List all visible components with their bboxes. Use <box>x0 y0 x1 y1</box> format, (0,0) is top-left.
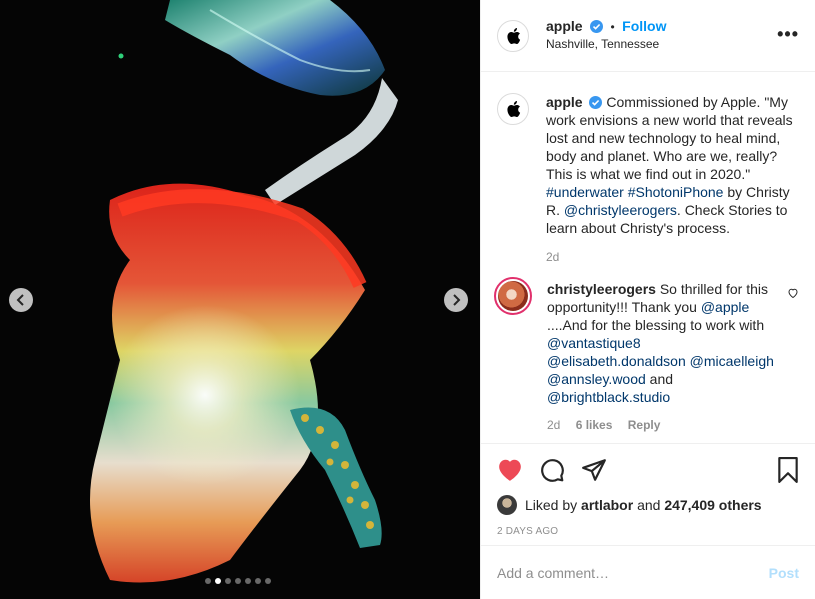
likes-middle: and <box>637 497 661 513</box>
save-button[interactable] <box>777 457 799 483</box>
share-button[interactable] <box>581 458 607 482</box>
liked-by-user[interactable]: artlabor <box>581 497 633 513</box>
mention-link[interactable]: @brightblack.studio <box>547 389 670 405</box>
likes-summary: Liked by artlabor and 247,409 others <box>497 495 799 515</box>
verified-badge-icon <box>589 96 603 109</box>
post-header: apple • Follow Nashville, Tennessee ••• <box>481 0 815 72</box>
comment-button[interactable] <box>539 457 565 483</box>
caption-age[interactable]: 2d <box>546 248 799 266</box>
heart-outline-icon <box>788 288 798 299</box>
mention-link[interactable]: @christyleerogers <box>564 202 677 218</box>
carousel-dot <box>265 578 271 584</box>
comment-text: and <box>645 371 674 387</box>
chevron-right-icon <box>453 294 461 306</box>
carousel-dot <box>235 578 241 584</box>
avatar[interactable] <box>497 495 517 515</box>
carousel-dot <box>225 578 231 584</box>
mention-link[interactable]: @annsley.wood <box>547 371 646 387</box>
post-location[interactable]: Nashville, Tennessee <box>546 36 666 53</box>
next-slide-button[interactable] <box>444 288 468 312</box>
carousel-dot-active <box>215 578 221 584</box>
hashtag-link[interactable]: #ShotoniPhone <box>628 184 724 200</box>
caption-body: apple Commissioned by Apple. "My work en… <box>546 93 799 266</box>
comment-meta: 2d 6 likes Reply <box>547 416 783 434</box>
add-comment-bar: Post <box>481 545 815 599</box>
mention-link[interactable]: @elisabeth.donaldson <box>547 353 686 369</box>
post-actions: Liked by artlabor and 247,409 others 2 D… <box>481 443 815 537</box>
comment-age[interactable]: 2d <box>547 418 560 432</box>
apple-logo-icon <box>507 101 521 117</box>
apple-logo-icon <box>507 27 521 44</box>
mention-link[interactable]: @apple <box>701 299 749 315</box>
post-image <box>0 0 480 599</box>
post-side-panel: apple • Follow Nashville, Tennessee ••• … <box>480 0 815 599</box>
post-header-info: apple • Follow Nashville, Tennessee <box>546 18 666 53</box>
follow-button[interactable]: Follow <box>622 18 666 34</box>
chevron-left-icon <box>16 294 24 306</box>
post-timestamp[interactable]: 2 DAYS AGO <box>497 526 799 537</box>
comment-likes[interactable]: 6 likes <box>576 418 613 432</box>
comment-text: ....And for the blessing to work with <box>547 317 765 333</box>
carousel-dot <box>255 578 261 584</box>
action-bar <box>497 456 799 484</box>
bookmark-icon <box>778 457 798 483</box>
post-comment-button[interactable]: Post <box>769 565 799 581</box>
likes-prefix: Liked by <box>525 497 578 513</box>
comment-input[interactable] <box>497 564 769 581</box>
avatar[interactable] <box>497 19 529 52</box>
verified-badge-icon <box>590 20 604 33</box>
header-separator: • <box>610 20 615 34</box>
post-caption: apple Commissioned by Apple. "My work en… <box>497 93 799 266</box>
comment-body: christyleerogers So thrilled for this op… <box>547 280 783 434</box>
likes-count[interactable]: 247,409 others <box>664 497 761 513</box>
comment-icon <box>541 459 564 482</box>
comment-username[interactable]: christyleerogers <box>547 281 656 297</box>
post-author-username[interactable]: apple <box>546 18 583 34</box>
comments-section[interactable]: apple Commissioned by Apple. "My work en… <box>481 73 815 443</box>
caption-username[interactable]: apple <box>546 94 583 110</box>
hashtag-link[interactable]: #underwater <box>546 184 624 200</box>
mention-link[interactable]: @micaelleigh <box>690 353 774 369</box>
comment-item: christyleerogers So thrilled for this op… <box>494 277 799 434</box>
comment-like-button[interactable] <box>787 286 799 304</box>
reply-button[interactable]: Reply <box>628 418 661 432</box>
caption-text: Commissioned by Apple. "My work envision… <box>546 94 793 182</box>
heart-filled-icon <box>499 459 521 481</box>
like-button[interactable] <box>497 458 523 482</box>
avatar[interactable] <box>494 277 532 315</box>
previous-slide-button[interactable] <box>9 288 33 312</box>
post-media[interactable] <box>0 0 480 599</box>
more-options-icon[interactable]: ••• <box>777 24 799 45</box>
carousel-indicator <box>205 578 271 584</box>
share-icon <box>582 459 606 481</box>
mention-link[interactable]: @vantastique8 <box>547 335 641 351</box>
avatar[interactable] <box>497 93 529 125</box>
carousel-dot <box>205 578 211 584</box>
carousel-dot <box>245 578 251 584</box>
